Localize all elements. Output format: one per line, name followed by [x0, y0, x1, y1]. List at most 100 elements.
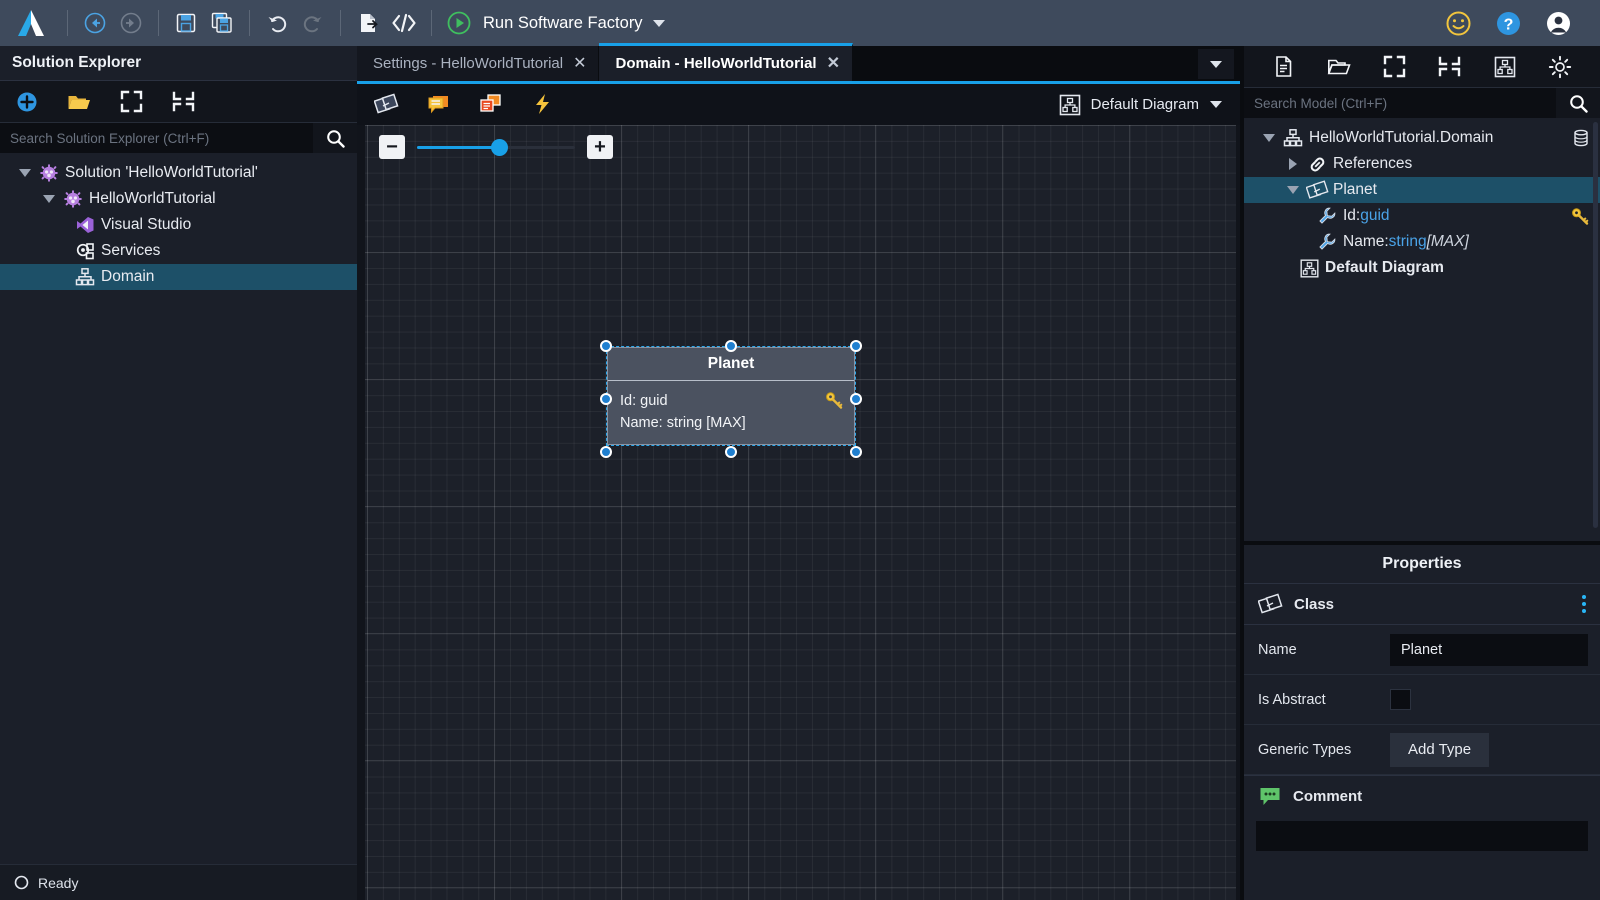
tree-item-project[interactable]: HelloWorldTutorial: [0, 186, 357, 212]
expand-all-button[interactable]: [1381, 54, 1407, 80]
twisty[interactable]: [1282, 186, 1304, 194]
help-button[interactable]: ?: [1490, 7, 1526, 39]
save-all-button[interactable]: [204, 7, 240, 39]
resize-handle-e[interactable]: [850, 393, 862, 405]
tree-item-visual-studio[interactable]: Visual Studio: [0, 212, 357, 238]
class-attribute: Name: string [MAX]: [620, 415, 746, 431]
zoom-in-button[interactable]: +: [587, 135, 613, 159]
twisty[interactable]: [1258, 134, 1280, 142]
properties-title: Properties: [1382, 555, 1462, 572]
redo-button[interactable]: [295, 7, 331, 39]
feedback-button[interactable]: [1440, 7, 1476, 39]
diagram-canvas[interactable]: − + Planet Id: guid Name: string [MAX]: [365, 125, 1236, 900]
model-tree-scrollbar[interactable]: [1593, 122, 1598, 529]
property-row-generic-types: Generic Types Add Type: [1244, 725, 1600, 775]
is-abstract-checkbox[interactable]: [1390, 689, 1411, 710]
add-type-button[interactable]: Add Type: [1390, 732, 1490, 767]
model-item-property-name[interactable]: Name: string [MAX]: [1244, 229, 1600, 255]
close-icon[interactable]: ✕: [573, 55, 586, 72]
close-icon[interactable]: ✕: [827, 55, 840, 72]
save-all-icon: [211, 12, 232, 33]
tree-item-label: Solution 'HelloWorldTutorial': [65, 164, 258, 181]
topbar-right-group: ?: [1440, 7, 1586, 39]
class-shape-box[interactable]: Planet Id: guid Name: string [MAX]: [606, 346, 856, 446]
twisty[interactable]: [1282, 158, 1304, 170]
model-search-button[interactable]: [1556, 88, 1600, 118]
main-body: Solution Explorer Search Solution Explor…: [0, 43, 1600, 900]
toolbar-divider-2: [158, 10, 159, 36]
resize-handle-se[interactable]: [850, 446, 862, 458]
resize-handle-sw[interactable]: [600, 446, 612, 458]
model-item-planet[interactable]: Planet: [1244, 177, 1600, 203]
tab-overflow-button[interactable]: [1198, 49, 1234, 79]
app-logo: [18, 10, 44, 36]
tab-strip: Settings - HelloWorldTutorial ✕ Domain -…: [357, 43, 1240, 84]
gear-icon: [1549, 55, 1572, 78]
class-attribute: Id: guid: [620, 393, 668, 409]
collapse-all-button[interactable]: [170, 89, 196, 115]
model-explorer-toolbar: [1244, 46, 1600, 88]
zoom-slider-thumb[interactable]: [491, 138, 509, 156]
zoom-slider[interactable]: [417, 135, 575, 159]
settings-button[interactable]: [1547, 54, 1573, 80]
property-value: [1386, 633, 1600, 666]
solution-search-button[interactable]: [313, 123, 357, 153]
tab-settings[interactable]: Settings - HelloWorldTutorial ✕: [357, 46, 600, 81]
class-shape-body: Id: guid Name: string [MAX]: [608, 381, 854, 444]
resize-handle-w[interactable]: [600, 393, 612, 405]
run-software-factory-button[interactable]: [441, 7, 477, 39]
account-button[interactable]: [1540, 7, 1576, 39]
resize-handle-s[interactable]: [725, 446, 737, 458]
forward-button[interactable]: [113, 7, 149, 39]
model-item-domain[interactable]: HelloWorldTutorial.Domain: [1244, 125, 1600, 151]
expand-all-button[interactable]: [118, 89, 144, 115]
run-software-factory-label[interactable]: Run Software Factory: [483, 14, 643, 33]
tree-item-solution[interactable]: Solution 'HelloWorldTutorial': [0, 160, 357, 186]
class-shape-planet[interactable]: Planet Id: guid Name: string [MAX]: [600, 340, 862, 458]
diagram-icon: [1059, 94, 1080, 115]
model-item-default-diagram[interactable]: Default Diagram: [1244, 255, 1600, 281]
diagram-icon: [1494, 56, 1516, 77]
export-button[interactable]: [350, 7, 386, 39]
chevron-down-icon[interactable]: [652, 19, 665, 27]
kebab-menu-icon[interactable]: [1582, 595, 1586, 613]
property-key: Is Abstract: [1258, 691, 1326, 708]
add-class-button[interactable]: [373, 92, 399, 118]
comment-textarea[interactable]: [1256, 821, 1588, 851]
add-trigger-button[interactable]: [529, 92, 555, 118]
solution-search-input[interactable]: [0, 123, 313, 153]
zoom-out-button[interactable]: −: [379, 135, 405, 159]
tree-item-services[interactable]: Services: [0, 238, 357, 264]
code-button[interactable]: [386, 7, 422, 39]
tab-domain[interactable]: Domain - HelloWorldTutorial ✕: [599, 43, 853, 81]
add-comment-button[interactable]: [425, 92, 451, 118]
add-note-button[interactable]: [477, 92, 503, 118]
model-item-label: References: [1333, 155, 1413, 172]
show-diagram-button[interactable]: [1492, 54, 1518, 80]
model-item-property-id[interactable]: Id: guid: [1244, 203, 1600, 229]
new-model-button[interactable]: [1271, 54, 1297, 80]
open-model-button[interactable]: [1326, 54, 1352, 80]
twisty[interactable]: [14, 169, 36, 177]
open-folder-button[interactable]: [66, 89, 92, 115]
name-input[interactable]: [1390, 633, 1588, 666]
project-icon: [60, 189, 86, 209]
resize-handle-nw[interactable]: [600, 340, 612, 352]
back-button[interactable]: [77, 7, 113, 39]
collapse-all-button[interactable]: [1437, 54, 1463, 80]
property-value: [1386, 689, 1600, 710]
save-button[interactable]: [168, 7, 204, 39]
tab-label: Domain - HelloWorldTutorial: [615, 55, 817, 72]
model-item-references[interactable]: References: [1244, 151, 1600, 177]
sidebar-item-domain[interactable]: Domain: [0, 264, 357, 290]
comment-field-wrap: [1244, 817, 1600, 851]
diagram-selector[interactable]: Default Diagram: [1058, 93, 1240, 117]
twisty[interactable]: [38, 195, 60, 203]
model-search-input[interactable]: [1244, 88, 1556, 118]
resize-handle-n[interactable]: [725, 340, 737, 352]
resize-handle-ne[interactable]: [850, 340, 862, 352]
undo-button[interactable]: [259, 7, 295, 39]
tab-label: Settings - HelloWorldTutorial: [373, 55, 564, 72]
add-item-button[interactable]: [14, 89, 40, 115]
chevron-down-icon: [1287, 186, 1299, 194]
